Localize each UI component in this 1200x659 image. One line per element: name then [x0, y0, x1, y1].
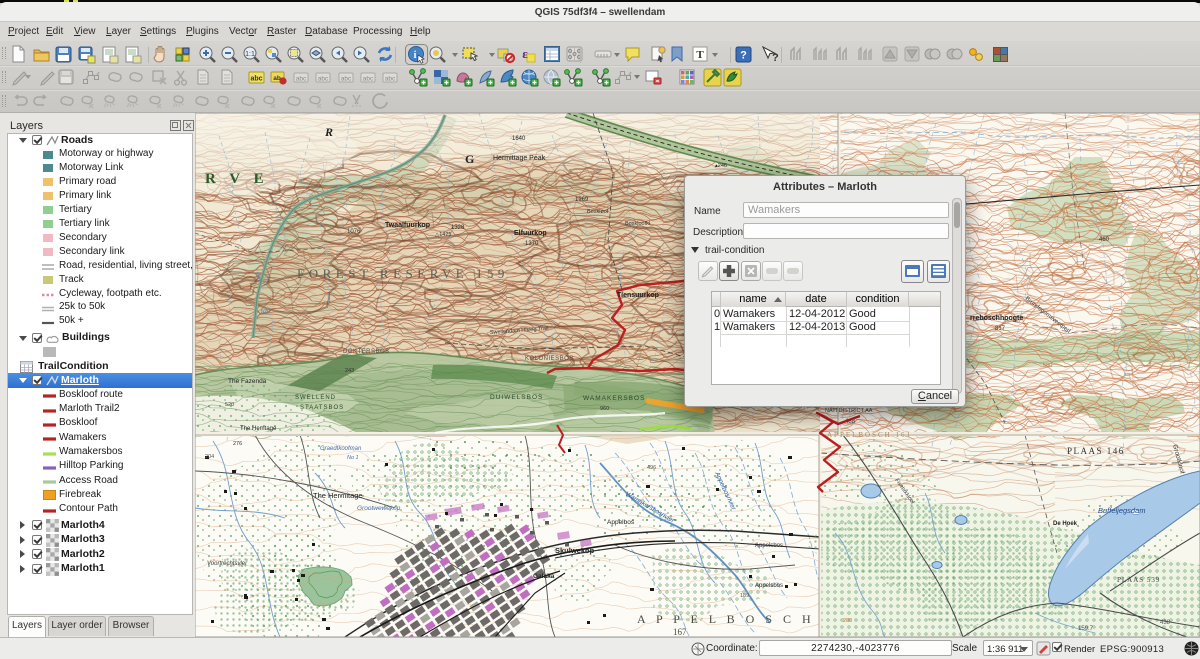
svg-text:?: ? [740, 50, 747, 62]
svg-text:STAATSBOS: STAATSBOS [300, 405, 344, 411]
svg-text:The Hermitage: The Hermitage [313, 491, 363, 500]
svg-text:△1425: △1425 [435, 232, 451, 238]
svg-text:G: G [465, 152, 474, 166]
svg-text:189: 189 [740, 593, 749, 599]
svg-text:Twaalfuurkop: Twaalfuurkop [385, 222, 430, 229]
svg-text:580: 580 [1043, 363, 1052, 369]
svg-text:200: 200 [843, 618, 852, 624]
svg-text:The Fazenda: The Fazenda [228, 378, 267, 385]
svg-text:NATI DISTRICT AA: NATI DISTRICT AA [825, 408, 873, 414]
svg-text:Boskløof: Boskløof [587, 209, 609, 215]
svg-text:rreboschhoogte: rreboschhoogte [970, 315, 1023, 322]
svg-text:abc: abc [296, 76, 307, 83]
svg-text:DOKTERSBOS: DOKTERSBOS [343, 349, 390, 355]
svg-text:Appelsbos: Appelsbos [755, 583, 783, 589]
svg-text:abc: abc [318, 76, 329, 83]
svg-text:R: R [324, 125, 333, 139]
svg-text:abc: abc [341, 76, 352, 83]
svg-text:DUIWELSBOS: DUIWELSBOS [490, 394, 543, 401]
svg-text:·1640: ·1640 [510, 136, 526, 142]
svg-text:438: 438 [1160, 620, 1171, 626]
svg-text:Skulwekop: Skulwekop [555, 546, 595, 555]
svg-text:Galaka: Galaka [533, 573, 555, 580]
svg-text:·1269: ·1269 [573, 197, 589, 203]
svg-text:abc: abc [385, 76, 396, 83]
svg-text:Appelbos: Appelbos [607, 519, 635, 526]
svg-text:?: ? [772, 52, 779, 64]
svg-text:Graedtkoofman: Graedtkoofman [320, 446, 362, 452]
svg-text:R V E: R V E [205, 171, 269, 187]
svg-text:i: i [414, 50, 417, 61]
svg-text:1328: 1328 [451, 225, 465, 231]
svg-text:159.7: 159.7 [1078, 626, 1094, 632]
svg-text:Tiensuurkop: Tiensuurkop [617, 292, 659, 299]
svg-text:Boskloofkl: Boskloofkl [625, 221, 650, 227]
svg-text:276: 276 [233, 441, 242, 447]
svg-text:Voortrechtsvler: Voortrechtsvler [207, 561, 248, 567]
svg-text:·1076: ·1076 [345, 229, 361, 235]
svg-text:820: 820 [1063, 239, 1072, 245]
svg-text:960: 960 [600, 406, 609, 412]
svg-text:·460: ·460 [1097, 237, 1110, 243]
svg-text:No 1: No 1 [347, 455, 359, 461]
svg-text:Buffeljegsdam: Buffeljegsdam [1098, 506, 1146, 515]
svg-text:1:1: 1:1 [245, 51, 255, 58]
svg-text:Elfuurkop: Elfuurkop [514, 230, 547, 237]
svg-text:Hermittage Peak: Hermittage Peak [493, 155, 546, 162]
svg-text:Appelsbos: Appelsbos [755, 543, 783, 549]
svg-text:243: 243 [345, 368, 354, 374]
svg-text:400: 400 [343, 327, 354, 333]
svg-text:SWELLEND: SWELLEND [295, 395, 336, 401]
svg-text:520: 520 [261, 309, 270, 315]
svg-text:A P P E L B O S C H: A P P E L B O S C H [637, 612, 815, 626]
svg-text:Grootwewekop: Grootwewekop [357, 505, 401, 512]
svg-text:PLAAS 539: PLAAS 539 [1117, 576, 1160, 584]
svg-text:De Hoek: De Hoek [1053, 521, 1078, 527]
svg-text:T: T [696, 49, 704, 61]
svg-text:496: 496 [647, 465, 656, 471]
svg-text:·817: ·817 [993, 326, 1006, 332]
svg-text:ε: ε [522, 46, 528, 61]
svg-text:abc: abc [363, 76, 374, 83]
svg-text:·1370: ·1370 [523, 241, 539, 247]
svg-text:The Hemtage: The Hemtage [240, 426, 277, 432]
svg-text:520: 520 [225, 402, 234, 408]
svg-text:600: 600 [615, 360, 624, 366]
svg-text:▴246: ▴246 [715, 163, 727, 169]
svg-text:APPELBOSCH 161: APPELBOSCH 161 [827, 431, 912, 439]
svg-text:204: 204 [205, 454, 214, 460]
svg-text:PLAAS 146: PLAAS 146 [1067, 446, 1125, 456]
svg-text:167: 167 [673, 627, 687, 637]
svg-text:FOREST RESERVE 159: FOREST RESERVE 159 [297, 266, 509, 281]
svg-text:WAMAKERSBOS: WAMAKERSBOS [583, 395, 645, 402]
svg-text:abc: abc [250, 76, 262, 83]
svg-text:KOLONIESBOS: KOLONIESBOS [525, 356, 574, 362]
